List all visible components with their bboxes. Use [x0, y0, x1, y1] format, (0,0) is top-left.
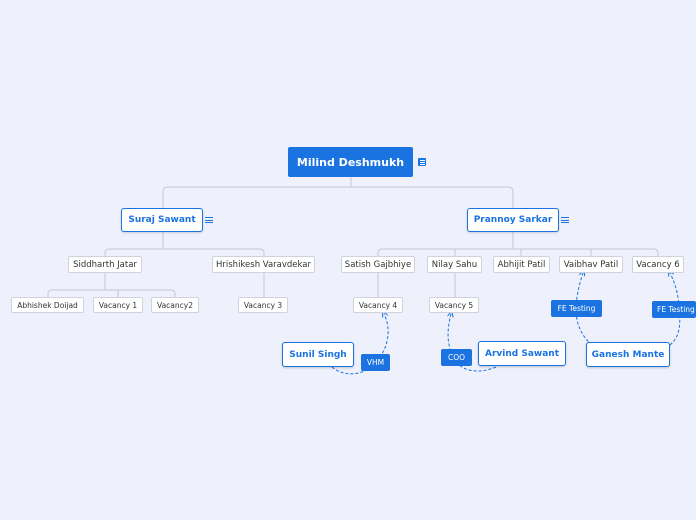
node-label: Vacancy 3: [243, 300, 283, 310]
node-label: Nilay Sahu: [431, 259, 478, 270]
node-satish-gajbhiye[interactable]: Satish Gajbhiye: [341, 256, 415, 273]
node-label: Siddharth Jatar: [73, 259, 137, 270]
node-vacancy-5[interactable]: Vacancy 5: [429, 297, 479, 313]
root-node[interactable]: Milind Deshmukh: [288, 147, 413, 177]
node-vacancy-4[interactable]: Vacancy 4: [353, 297, 403, 313]
node-nilay-sahu[interactable]: Nilay Sahu: [427, 256, 482, 273]
floating-arvind-sawant[interactable]: Arvind Sawant: [478, 341, 566, 366]
node-vacancy-2[interactable]: Vacancy2: [151, 297, 199, 313]
node-vaibhav-patil[interactable]: Vaibhav Patil: [559, 256, 623, 273]
relation-label: FE Testing: [657, 305, 695, 314]
relation-label-vhm[interactable]: VHM: [361, 354, 390, 371]
branch-prannoy-sarkar[interactable]: Prannoy Sarkar: [467, 208, 559, 232]
root-label: Milind Deshmukh: [296, 155, 405, 169]
relation-label: FE Testing: [557, 304, 596, 313]
relation-label-fe-testing[interactable]: FE Testing: [551, 300, 602, 317]
relation-label-fe-testing-2[interactable]: FE Testing: [652, 301, 696, 318]
connector-prannoy: [377, 232, 659, 256]
relation-label: VHM: [366, 358, 385, 367]
branch-suraj-label: Suraj Sawant: [128, 215, 196, 225]
note-icon[interactable]: [561, 216, 569, 224]
node-abhishek-doijad[interactable]: Abhishek Doijad: [11, 297, 84, 313]
relation-label-coo[interactable]: COO: [441, 349, 472, 366]
node-label: Vacancy 4: [358, 300, 398, 310]
node-label: Vacancy 6: [636, 259, 680, 270]
note-icon[interactable]: [205, 216, 213, 224]
node-vacancy-3[interactable]: Vacancy 3: [238, 297, 288, 313]
floating-sunil-singh[interactable]: Sunil Singh: [282, 342, 354, 367]
connector-root: [162, 177, 514, 208]
node-label: Sunil Singh: [289, 349, 347, 360]
node-label: Vacancy 5: [434, 300, 474, 310]
node-vacancy-1[interactable]: Vacancy 1: [93, 297, 143, 313]
floating-ganesh-mante[interactable]: Ganesh Mante: [586, 342, 670, 367]
node-abhijit-patil[interactable]: Abhijit Patil: [493, 256, 550, 273]
node-label: Vacancy2: [157, 300, 193, 310]
node-label: Vacancy 1: [98, 300, 138, 310]
node-label: Ganesh Mante: [591, 349, 665, 360]
node-label: Abhishek Doijad: [17, 300, 78, 310]
node-hrishikesh-varavdekar[interactable]: Hrishikesh Varavdekar: [212, 256, 315, 273]
connector-suraj: [104, 232, 265, 256]
node-label: Satish Gajbhiye: [344, 259, 412, 270]
node-vacancy-6[interactable]: Vacancy 6: [632, 256, 684, 273]
connector-siddharth: [47, 273, 176, 297]
relation-label: COO: [447, 353, 466, 362]
node-label: Abhijit Patil: [497, 259, 546, 270]
branch-prannoy-label: Prannoy Sarkar: [473, 215, 553, 225]
note-icon[interactable]: [418, 158, 426, 166]
node-label: Hrishikesh Varavdekar: [216, 259, 311, 270]
node-siddharth-jatar[interactable]: Siddharth Jatar: [68, 256, 142, 273]
node-label: Vaibhav Patil: [563, 259, 619, 270]
branch-suraj-sawant[interactable]: Suraj Sawant: [121, 208, 203, 232]
node-label: Arvind Sawant: [485, 348, 559, 359]
